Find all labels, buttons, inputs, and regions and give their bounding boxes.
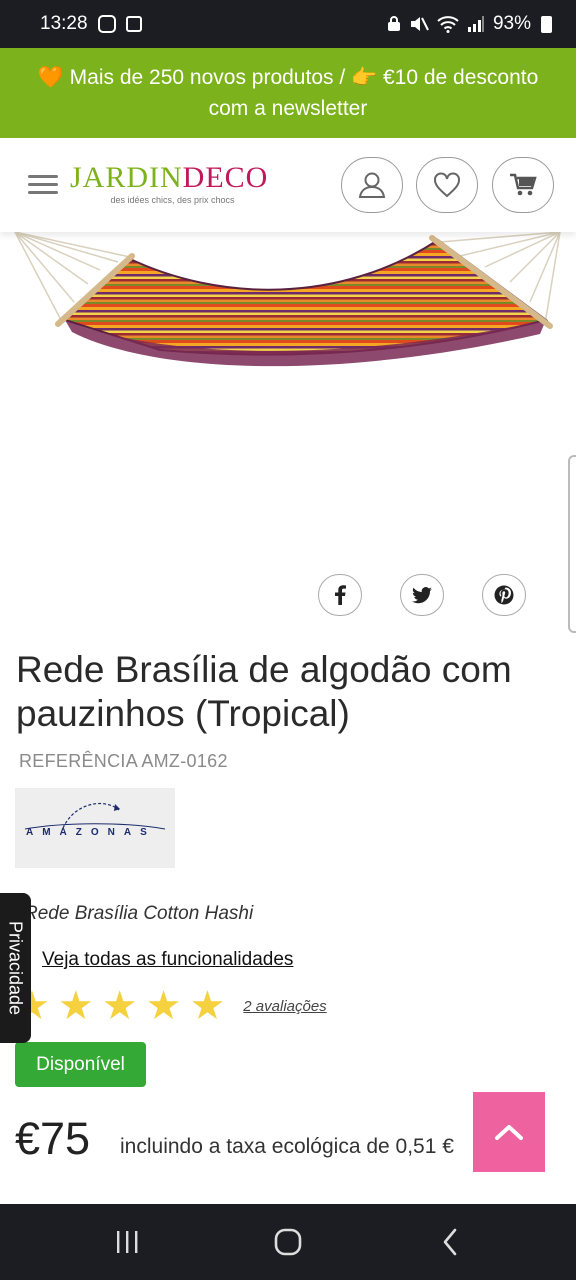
promo-text-line2: com a newsletter — [208, 97, 368, 120]
promo-text-line1: 🧡 Mais de 250 novos produtos / 👉 €10 de … — [37, 66, 539, 89]
star-icon: ★ — [57, 984, 94, 1028]
lock-icon — [387, 16, 400, 31]
account-button[interactable] — [341, 157, 403, 213]
product-image[interactable] — [0, 232, 576, 572]
site-logo[interactable]: JARDINDECO des idées chics, des prix cho… — [70, 161, 275, 206]
wishlist-button[interactable] — [416, 157, 478, 213]
all-features-link-label: Veja todas as funcionalidades — [42, 949, 294, 970]
star-icon: ★ — [101, 984, 138, 1028]
rating-stars[interactable]: ★ ★ ★ ★ ★ 2 avaliações — [14, 986, 327, 1026]
status-bar: 13:28 93% — [0, 0, 576, 48]
battery-percent: 93% — [492, 13, 531, 34]
privacy-tab[interactable]: Privacidade — [0, 893, 31, 1043]
cart-button[interactable] — [492, 157, 554, 213]
recents-button[interactable] — [97, 1226, 157, 1258]
reviews-link[interactable]: 2 avaliações — [243, 998, 326, 1015]
battery-icon — [541, 15, 552, 33]
chevron-up-icon — [495, 1125, 523, 1140]
back-to-top-button[interactable] — [473, 1092, 545, 1172]
instagram-icon — [97, 15, 116, 33]
home-icon — [274, 1228, 302, 1256]
promo-banner[interactable]: 🧡 Mais de 250 novos produtos / 👉 €10 de … — [0, 48, 576, 138]
site-header: JARDINDECO des idées chics, des prix cho… — [0, 138, 576, 232]
product-title: Rede Brasília de algodão com pauzinhos (… — [16, 649, 512, 734]
hammock-image — [14, 232, 561, 367]
home-button[interactable] — [258, 1226, 318, 1258]
logo-tagline: des idées chics, des prix chocs — [110, 195, 235, 205]
image-scroll-indicator[interactable] — [568, 455, 576, 633]
product-subtitle: Rede Brasília Cotton Hashi — [24, 903, 254, 924]
logo-jardin: JARDIN — [70, 161, 183, 194]
twitter-icon — [412, 586, 432, 603]
eco-tax-note: incluindo a taxa ecológica de 0,51 € — [120, 1135, 454, 1158]
star-icon: ★ — [145, 984, 182, 1028]
account-icon — [358, 172, 386, 198]
share-twitter-button[interactable] — [400, 574, 444, 616]
system-nav-bar — [0, 1204, 576, 1280]
share-facebook-button[interactable] — [318, 574, 362, 616]
cart-icon — [510, 173, 537, 196]
menu-icon[interactable] — [28, 175, 58, 195]
wifi-icon — [437, 16, 459, 33]
availability-badge: Disponível — [15, 1042, 146, 1087]
page: 13:28 93% 🧡 Mais de 250 novos produtos /… — [0, 0, 576, 1280]
mute-icon — [410, 17, 429, 31]
recents-icon — [117, 1231, 138, 1253]
star-icon: ★ — [189, 984, 226, 1028]
back-icon — [443, 1228, 457, 1256]
heart-icon — [434, 172, 460, 198]
pinterest-icon — [494, 585, 514, 605]
product-price: €75 — [15, 1113, 91, 1164]
privacy-tab-label: Privacidade — [5, 920, 26, 1016]
signal-icon — [467, 16, 484, 32]
status-time: 13:28 — [40, 13, 88, 34]
facebook-icon — [335, 585, 346, 605]
all-features-link[interactable]: Veja todas as funcionalidades — [24, 949, 293, 971]
share-pinterest-button[interactable] — [482, 574, 526, 616]
back-button[interactable] — [420, 1226, 480, 1258]
brand-name: AMAZONAS — [26, 827, 156, 838]
logo-deco: DECO — [182, 161, 269, 194]
gallery-icon — [125, 16, 142, 32]
product-reference: REFERÊNCIA AMZ-0162 — [19, 751, 228, 771]
